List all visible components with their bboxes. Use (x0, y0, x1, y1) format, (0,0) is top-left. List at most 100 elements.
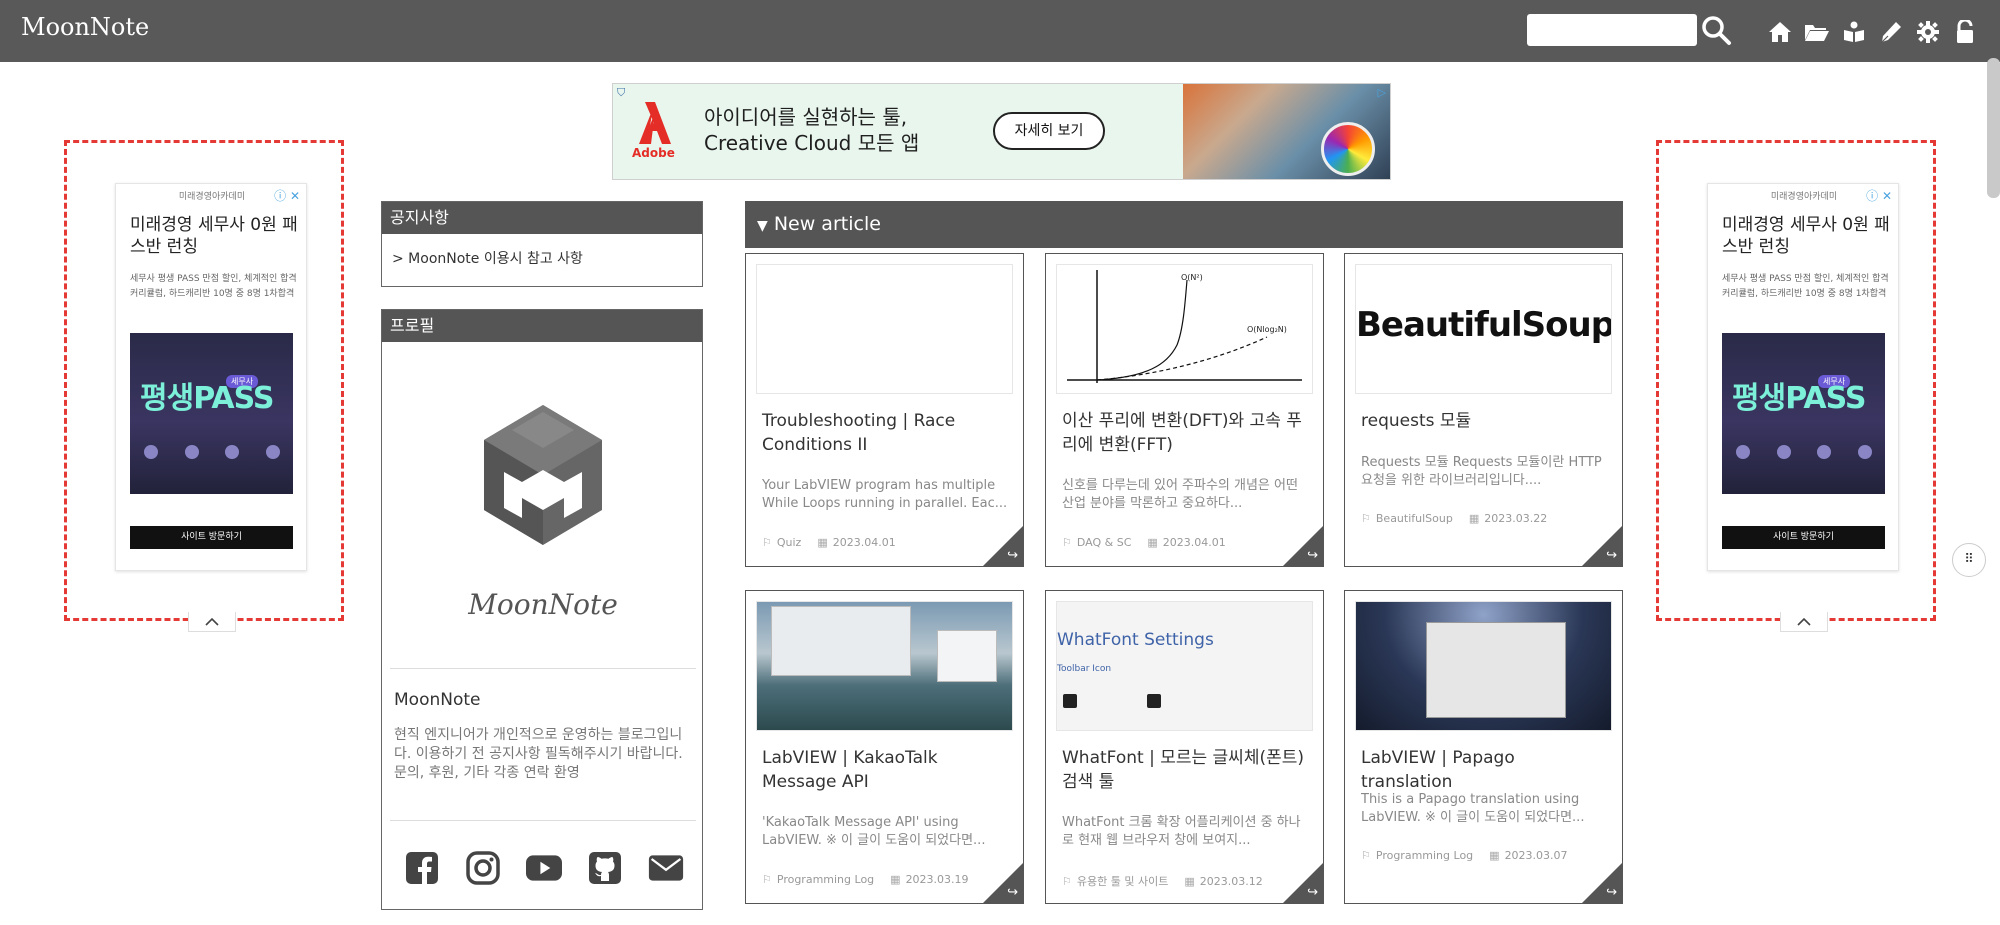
article-category[interactable]: Programming Log (777, 873, 874, 886)
ad-shield-icon: ⛉ (617, 86, 626, 99)
ad-image[interactable]: 세무사 평생PASS (1722, 333, 1885, 494)
article-thumbnail (1355, 601, 1612, 731)
notice-item[interactable]: > MoonNote 이용시 참고 사항 (382, 234, 702, 282)
scrollbar-thumb[interactable] (1987, 58, 2000, 198)
graph-label: O(Nlog₂N) (1247, 325, 1287, 334)
arrow-icon: ↪ (1007, 548, 1018, 563)
caret-down-icon: ▼ (757, 218, 768, 234)
category-icon: ⚐ (762, 536, 772, 549)
article-title[interactable]: LabVIEW | KakaoTalk Message API (762, 746, 1012, 794)
adchoices-icon[interactable]: ▷ (1378, 86, 1386, 99)
right-side-ad: 미래경영아카데미 ⓘ ✕ 미래경영 세무사 0원 패스반 런칭 세무사 평생 P… (1656, 140, 1936, 632)
social-links (404, 850, 684, 886)
beautifulsoup-logo: BeautifulSoup (1356, 305, 1612, 345)
youtube-icon[interactable] (526, 850, 562, 886)
category-icon: ⚐ (1361, 849, 1371, 862)
instagram-icon[interactable] (465, 850, 501, 886)
whatfont-toolbar-label: Toolbar Icon (1057, 664, 1112, 674)
ad-card[interactable]: 미래경영아카데미 ⓘ ✕ 미래경영 세무사 0원 패스반 런칭 세무사 평생 P… (115, 183, 307, 632)
article-card[interactable]: BeautifulSoup requests 모듈 Requests 모듈 Re… (1344, 253, 1623, 567)
article-date: 2023.03.07 (1504, 849, 1568, 862)
article-meta: ⚐ 유용한 툴 및 사이트 ▦ 2023.03.12 (1062, 873, 1263, 889)
arrow-icon: ↪ (1307, 548, 1318, 563)
banner-line1: 아이디어를 실현하는 툴, (704, 105, 908, 129)
divider (390, 820, 696, 821)
arrow-icon: ↪ (1307, 885, 1318, 900)
banner-ad[interactable]: ⛉ Adobe 아이디어를 실현하는 툴, Creative Cloud 모든 … (612, 83, 1391, 180)
article-category[interactable]: DAQ & SC (1077, 536, 1132, 549)
ad-visit-button[interactable]: 사이트 방문하기 (1722, 526, 1885, 549)
ad-image[interactable]: 세무사 평생PASS (130, 333, 293, 494)
article-excerpt: This is a Papago translation using LabVI… (1361, 792, 1585, 825)
category-icon: ⚐ (762, 873, 772, 886)
settings-icon[interactable] (1914, 18, 1941, 45)
article-thumbnail: BeautifulSoup (1355, 264, 1612, 394)
article-title[interactable]: WhatFont | 모르는 글씨체(폰트) 검색 툴 (1062, 746, 1312, 794)
profile-logo[interactable]: MoonNote (382, 310, 704, 670)
article-card[interactable]: LabVIEW | KakaoTalk Message API 'KakaoTa… (745, 590, 1024, 904)
ad-image-dots (1736, 445, 1872, 459)
calendar-icon: ▦ (1489, 849, 1500, 862)
article-title[interactable]: 이산 푸리에 변환(DFT)와 고속 푸리에 변환(FFT) (1062, 409, 1312, 457)
article-category[interactable]: BeautifulSoup (1376, 512, 1453, 525)
article-category[interactable]: Programming Log (1376, 849, 1473, 862)
floating-menu-button[interactable]: ⠿ (1952, 543, 1986, 577)
ad-card[interactable]: 미래경영아카데미 ⓘ ✕ 미래경영 세무사 0원 패스반 런칭 세무사 평생 P… (1707, 183, 1899, 632)
article-title[interactable]: Troubleshooting | Race Conditions II (762, 409, 1012, 457)
graph-label: O(N²) (1181, 273, 1203, 282)
site-brand[interactable]: MoonNote (21, 13, 149, 41)
ad-headline[interactable]: 미래경영 세무사 0원 패스반 런칭 (130, 214, 298, 258)
ad-info-icon[interactable]: ⓘ ✕ (274, 187, 300, 204)
top-bar: MoonNote (0, 0, 2000, 62)
ad-collapse-button[interactable] (1780, 612, 1828, 632)
article-card[interactable]: O(N²) O(Nlog₂N) 이산 푸리에 변환(DFT)와 고속 푸리에 변… (1045, 253, 1324, 567)
article-thumbnail (756, 264, 1013, 394)
article-card[interactable]: Troubleshooting | Race Conditions II You… (745, 253, 1024, 567)
article-title[interactable]: requests 모듈 (1361, 409, 1611, 433)
ad-visit-button[interactable]: 사이트 방문하기 (130, 526, 293, 549)
profile-widget: 프로필 MoonNote MoonNote 현직 엔지니어가 개인적으로 운영하… (381, 309, 703, 910)
divider (390, 668, 696, 669)
nav-icons (1766, 18, 1978, 48)
article-thumbnail: WhatFont Settings Toolbar Icon (1056, 601, 1313, 731)
article-thumbnail: O(N²) O(Nlog₂N) (1056, 264, 1313, 394)
mail-icon[interactable] (648, 850, 684, 886)
search-icon[interactable] (1700, 14, 1732, 46)
article-excerpt: 'KakaoTalk Message API' using LabVIEW. ※… (762, 815, 986, 848)
profile-name: MoonNote (394, 690, 481, 710)
notice-title: 공지사항 (382, 202, 702, 234)
home-icon[interactable] (1766, 18, 1793, 45)
article-excerpt: Requests 모듈 Requests 모듈이란 HTTP 요청을 위한 라이… (1361, 455, 1602, 488)
write-icon[interactable] (1877, 18, 1904, 45)
new-article-title: New article (773, 213, 881, 235)
article-title[interactable]: LabVIEW | Papago translation (1361, 746, 1611, 794)
article-category[interactable]: Quiz (777, 536, 801, 549)
github-icon[interactable] (587, 850, 623, 886)
left-side-ad: 미래경영아카데미 ⓘ ✕ 미래경영 세무사 0원 패스반 런칭 세무사 평생 P… (64, 140, 344, 632)
article-meta: ⚐ Programming Log ▦ 2023.03.19 (762, 873, 969, 886)
new-article-heading[interactable]: ▼ New article (745, 201, 1623, 248)
lock-icon[interactable] (1951, 18, 1978, 45)
facebook-icon[interactable] (404, 850, 440, 886)
ad-info-icon[interactable]: ⓘ ✕ (1866, 187, 1892, 204)
arrow-icon: ↪ (1606, 548, 1617, 563)
folder-icon[interactable] (1803, 18, 1830, 45)
article-card[interactable]: WhatFont Settings Toolbar Icon WhatFont … (1045, 590, 1324, 904)
article-thumbnail (756, 601, 1013, 731)
article-card[interactable]: LabVIEW | Papago translation This is a P… (1344, 590, 1623, 904)
color-wheel-icon (1321, 122, 1375, 176)
article-category[interactable]: 유용한 툴 및 사이트 (1077, 873, 1168, 889)
article-excerpt: 신호를 다루는데 있어 주파수의 개념은 어떤 산업 분야를 막론하고 중요하다… (1062, 478, 1298, 511)
ad-headline[interactable]: 미래경영 세무사 0원 패스반 런칭 (1722, 214, 1890, 258)
search-input[interactable] (1527, 14, 1697, 46)
article-meta: ⚐ Programming Log ▦ 2023.03.07 (1361, 849, 1568, 862)
article-meta: ⚐ Quiz ▦ 2023.04.01 (762, 536, 896, 549)
ad-description: 세무사 평생 PASS 만점 할인, 체계적인 합격 커리큘럼, 하드캐리반 1… (130, 274, 297, 299)
category-icon: ⚐ (1062, 536, 1072, 549)
calendar-icon: ▦ (1468, 512, 1480, 525)
article-excerpt: WhatFont 크롬 확장 어플리케이션 중 하나로 현재 웹 브라우저 창에… (1062, 815, 1301, 848)
banner-cta-button[interactable]: 자세히 보기 (993, 112, 1105, 150)
guestbook-icon[interactable] (1840, 18, 1867, 45)
ad-collapse-button[interactable] (188, 612, 236, 632)
ad-image-dots (144, 445, 280, 459)
